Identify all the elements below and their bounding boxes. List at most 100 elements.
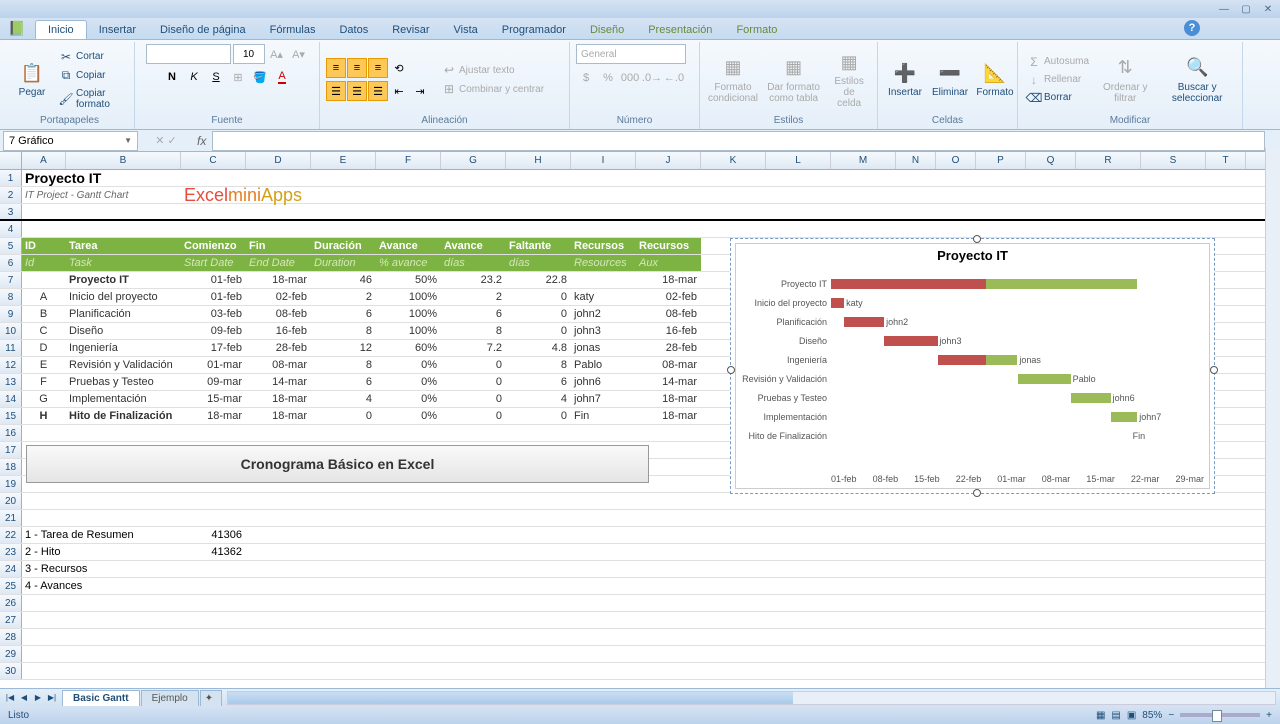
gantt-bar-done[interactable] [938, 355, 986, 365]
paste-button[interactable]: 📋 Pegar [11, 59, 53, 100]
col-header-J[interactable]: J [636, 152, 701, 169]
cell[interactable]: F [22, 374, 66, 390]
cell[interactable] [376, 612, 441, 628]
cell[interactable]: 18-mar [246, 272, 311, 288]
sheet-first-button[interactable]: |◀ [4, 691, 16, 705]
cell[interactable] [636, 221, 701, 237]
cell[interactable]: 0 [441, 374, 506, 390]
cell[interactable]: Pruebas y Testeo [66, 374, 181, 390]
cell[interactable] [376, 561, 441, 577]
cell[interactable]: Tarea [66, 238, 181, 254]
cell[interactable]: Revisión y Validación [66, 357, 181, 373]
cell[interactable] [22, 493, 66, 509]
cell[interactable]: 8 [311, 323, 376, 339]
cell[interactable] [181, 221, 246, 237]
cell[interactable] [22, 510, 66, 526]
cell[interactable] [311, 595, 376, 611]
cell[interactable]: 02-feb [636, 289, 701, 305]
cell[interactable]: 08-mar [246, 357, 311, 373]
cell[interactable] [441, 510, 506, 526]
cell[interactable]: Aux [636, 255, 701, 271]
cell[interactable]: Duración [311, 238, 376, 254]
tab-datos[interactable]: Datos [327, 21, 380, 39]
cell[interactable]: Implementación [66, 391, 181, 407]
gantt-bar-done[interactable] [831, 298, 844, 308]
cell[interactable] [636, 187, 701, 203]
cell[interactable] [506, 493, 571, 509]
cell[interactable]: 100% [376, 306, 441, 322]
cell[interactable]: 14-mar [636, 374, 701, 390]
zoom-value[interactable]: 85% [1142, 710, 1162, 721]
cell[interactable] [636, 510, 701, 526]
cell[interactable] [66, 170, 181, 186]
cell[interactable] [506, 612, 571, 628]
cell[interactable]: Resources [571, 255, 636, 271]
cell[interactable]: 14-mar [246, 374, 311, 390]
copy-button[interactable]: ⧉Copiar [56, 68, 128, 84]
cell[interactable] [311, 204, 376, 219]
cell[interactable] [246, 221, 311, 237]
cell[interactable]: días [441, 255, 506, 271]
cell[interactable] [636, 544, 701, 560]
col-header-E[interactable]: E [311, 152, 376, 169]
cell[interactable] [181, 204, 246, 219]
col-header-R[interactable]: R [1076, 152, 1141, 169]
col-header-F[interactable]: F [376, 152, 441, 169]
align-top-button[interactable]: ≡ [326, 58, 346, 78]
col-header-N[interactable]: N [896, 152, 936, 169]
cut-button[interactable]: ✂Cortar [56, 49, 128, 65]
cell[interactable] [311, 510, 376, 526]
cell[interactable] [441, 221, 506, 237]
cell[interactable] [636, 170, 701, 186]
cell[interactable]: Hito de Finalización [66, 408, 181, 424]
currency-button[interactable]: $ [576, 68, 596, 88]
cell[interactable] [636, 425, 701, 441]
cell[interactable] [376, 578, 441, 594]
cell[interactable] [181, 170, 246, 186]
cell[interactable]: Planificación [66, 306, 181, 322]
font-family-combo[interactable] [146, 44, 231, 64]
cell[interactable]: días [506, 255, 571, 271]
cell[interactable] [506, 510, 571, 526]
cell[interactable]: 16-feb [636, 323, 701, 339]
cell[interactable]: 60% [376, 340, 441, 356]
align-middle-button[interactable]: ≡ [347, 58, 367, 78]
cell[interactable] [441, 493, 506, 509]
cell[interactable]: 28-feb [636, 340, 701, 356]
cell[interactable] [571, 221, 636, 237]
tab-revisar[interactable]: Revisar [380, 21, 441, 39]
cell[interactable] [636, 493, 701, 509]
cell[interactable] [441, 187, 506, 203]
cell[interactable] [636, 595, 701, 611]
percent-button[interactable]: % [598, 68, 618, 88]
cell[interactable]: 41362 [181, 544, 246, 560]
cell[interactable] [571, 561, 636, 577]
cell[interactable]: jonas [571, 340, 636, 356]
cell[interactable] [376, 204, 441, 219]
sheet-tab-basic-gantt[interactable]: Basic Gantt [62, 690, 140, 706]
maximize-button[interactable]: ▢ [1238, 2, 1254, 16]
cell[interactable] [246, 612, 311, 628]
row-header[interactable]: 1 [0, 170, 22, 186]
gantt-bar-remaining[interactable] [986, 279, 1138, 289]
align-center-button[interactable]: ☰ [347, 81, 367, 101]
cell[interactable] [246, 646, 311, 662]
cell[interactable] [311, 170, 376, 186]
row-header[interactable]: 13 [0, 374, 22, 390]
cell[interactable]: C [22, 323, 66, 339]
zoom-in-button[interactable]: + [1266, 710, 1272, 721]
cell[interactable] [311, 527, 376, 543]
cell[interactable]: 6 [311, 374, 376, 390]
cell[interactable] [311, 221, 376, 237]
cell[interactable] [246, 578, 311, 594]
cell[interactable]: 0 [506, 323, 571, 339]
cell[interactable] [181, 629, 246, 645]
cell[interactable] [376, 646, 441, 662]
cell[interactable] [311, 493, 376, 509]
comma-button[interactable]: 000 [620, 68, 640, 88]
cell[interactable] [311, 578, 376, 594]
cell[interactable] [246, 493, 311, 509]
cell-styles-button[interactable]: ▦Estilos de celda [827, 48, 871, 111]
cell[interactable]: 18-mar [636, 272, 701, 288]
name-box[interactable]: 7 Gráfico▼ [3, 131, 138, 151]
